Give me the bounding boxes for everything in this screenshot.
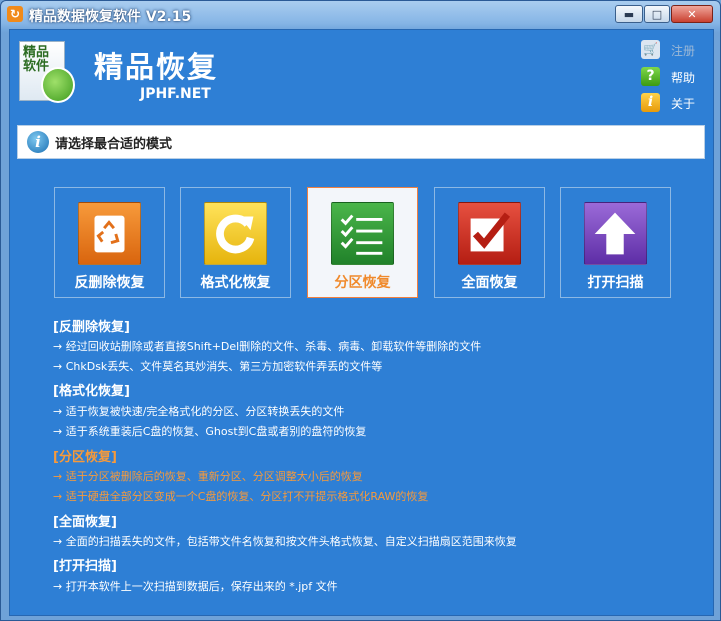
about-label: 关于: [671, 97, 696, 111]
desc-line: → 全面的扫描丢失的文件，包括带文件名恢复和按文件头格式恢复、自定义扫描扇区范围…: [53, 535, 517, 548]
title-bar[interactable]: ↻ 精品数据恢复软件 V2.15 ▬ □ ✕: [1, 1, 720, 29]
cart-icon: 🛒: [641, 40, 660, 59]
up-arrow-icon: [584, 202, 647, 265]
mode-format-label: 格式化恢复: [200, 275, 271, 291]
mode-undelete-button[interactable]: 反删除恢复: [54, 187, 165, 298]
minimize-button[interactable]: ▬: [615, 5, 643, 23]
info-icon: i: [641, 93, 660, 112]
mode-partition-label: 分区恢复: [334, 275, 391, 291]
close-button[interactable]: ✕: [671, 5, 713, 23]
mode-open-scan-button[interactable]: 打开扫描: [560, 187, 671, 298]
mode-full-label: 全面恢复: [461, 275, 518, 291]
maximize-button[interactable]: □: [644, 5, 670, 23]
desc-line: → 适于分区被删除后的恢复、重新分区、分区调整大小后的恢复: [53, 470, 363, 483]
desc-line: → 经过回收站删除或者直接Shift+Del删除的文件、杀毒、病毒、卸载软件等删…: [53, 340, 482, 353]
help-label: 帮助: [671, 71, 696, 85]
app-name: 精品恢复: [94, 50, 219, 84]
mode-undelete-label: 反删除恢复: [74, 275, 145, 291]
logo-arrow-icon: [41, 67, 75, 103]
desc-line: → ChkDsk丢失、文件莫名其妙消失、第三方加密软件弄丢的文件等: [53, 360, 383, 373]
help-icon: ?: [641, 67, 660, 86]
register-label: 注册: [671, 44, 696, 58]
recycle-icon: [78, 202, 141, 265]
mode-prompt: 请选择最合适的模式: [55, 137, 173, 152]
checkbox-icon: [458, 202, 521, 265]
desc-heading-open-scan: [打开扫描]: [53, 559, 117, 574]
desc-line: → 适于恢复被快速/完全格式化的分区、分区转换丢失的文件: [53, 405, 345, 418]
app-icon: ↻: [7, 6, 23, 22]
mode-full-button[interactable]: 全面恢复: [434, 187, 545, 298]
desc-line: → 适于系统重装后C盘的恢复、Ghost到C盘或者别的盘符的恢复: [53, 425, 367, 438]
desc-line: → 打开本软件上一次扫描到数据后，保存出来的 *.jpf 文件: [53, 580, 338, 593]
mode-open-scan-label: 打开扫描: [587, 275, 644, 291]
desc-heading-partition: [分区恢复]: [53, 450, 117, 465]
app-window: ↻ 精品数据恢复软件 V2.15 ▬ □ ✕ 精品软件 精品恢复 JPHF.NE…: [0, 0, 721, 621]
app-website: JPHF.NET: [140, 86, 211, 102]
checklist-icon: [331, 202, 394, 265]
mode-partition-button[interactable]: 分区恢复: [307, 187, 418, 298]
desc-heading-undelete: [反删除恢复]: [53, 320, 130, 335]
refresh-icon: [204, 202, 267, 265]
main-panel: 精品软件 精品恢复 JPHF.NET 🛒 注册 ? 帮助 i 关于 i 请选择最…: [9, 29, 714, 616]
mode-format-button[interactable]: 格式化恢复: [180, 187, 291, 298]
mode-prompt-bar: i 请选择最合适的模式: [17, 125, 705, 159]
desc-heading-full: [全面恢复]: [53, 515, 117, 530]
window-title: 精品数据恢复软件 V2.15: [29, 9, 192, 25]
info-circle-icon: i: [27, 131, 49, 153]
logo-icon: 精品软件: [19, 41, 77, 105]
desc-heading-format: [格式化恢复]: [53, 384, 130, 399]
desc-line: → 适于硬盘全部分区变成一个C盘的恢复、分区打不开提示格式化RAW的恢复: [53, 490, 429, 503]
